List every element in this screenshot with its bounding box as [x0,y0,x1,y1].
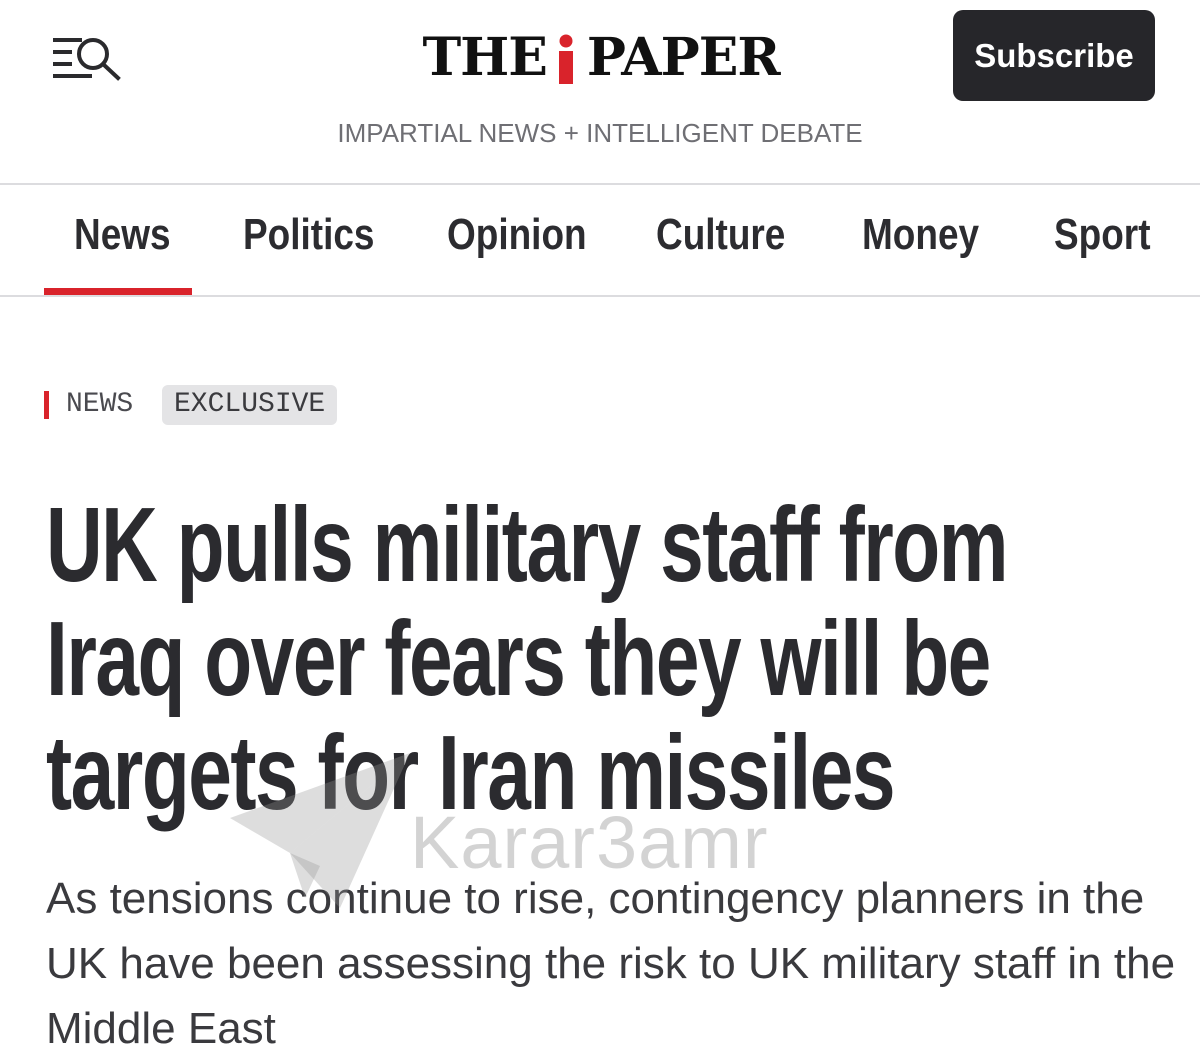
nav-item-money[interactable]: Money [862,210,979,260]
site-header: THE PAPER Subscribe IMPARTIAL NEWS + INT… [0,0,1200,184]
nav-item-politics[interactable]: Politics [243,210,374,260]
nav-item-opinion[interactable]: Opinion [447,210,587,260]
site-logo[interactable]: THE PAPER [422,26,780,88]
nav-item-culture[interactable]: Culture [656,210,785,260]
nav-active-indicator [44,288,192,295]
section-nav: News Politics Opinion Culture Money Spor… [0,185,1200,295]
section-tag-news[interactable]: NEWS [66,389,133,420]
site-tagline: IMPARTIAL NEWS + INTELLIGENT DEBATE [337,118,863,148]
menu-search-button[interactable] [50,30,130,86]
nav-item-sport[interactable]: Sport [1054,210,1151,260]
section-tag-marker [44,391,49,419]
nav-item-news[interactable]: News [74,210,171,260]
headline-line: Iraq over fears they will be [46,600,991,718]
nav-divider [0,295,1200,297]
article-headline: UK pulls military staff from Iraq over f… [46,488,1008,830]
article-standfirst: As tensions continue to rise, contingenc… [46,874,1176,1053]
logo-i-mark [557,34,575,84]
logo-text-right: PAPER [586,26,781,88]
exclusive-badge: EXCLUSIVE [162,385,338,425]
menu-search-icon [53,38,121,81]
headline-line: UK pulls military staff from [46,486,1008,604]
headline-line: targets for Iran missiles [46,714,895,832]
logo-text-left: THE [422,26,547,88]
subscribe-button[interactable]: Subscribe [953,10,1155,101]
